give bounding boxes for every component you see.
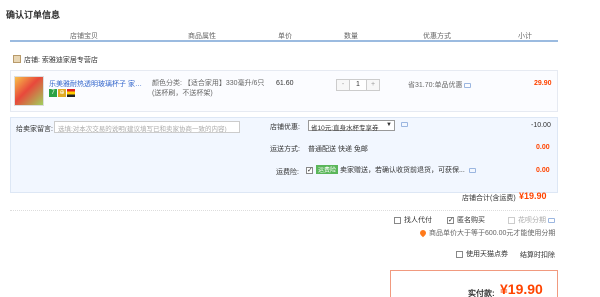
shop-discount-select[interactable]: 省10元:直身水杯专享券 ▼ — [308, 120, 395, 132]
product-tags: 7 ⊕ — [49, 89, 75, 97]
col-price: 单价 — [278, 33, 292, 40]
chevron-down-icon: ▼ — [386, 122, 392, 128]
tmall-points-option[interactable]: 使用天猫点券 — [456, 249, 508, 259]
settle-later-text: 结算时扣除 — [520, 252, 555, 259]
quantity-decrease-button[interactable]: - — [337, 80, 349, 90]
proxy-pay-label: 找人代付 — [404, 217, 432, 224]
order-table-header: 店铺宝贝 商品属性 单价 数量 优惠方式 小计 — [10, 28, 558, 42]
product-thumbnail[interactable] — [14, 76, 44, 106]
seven-day-return-icon: 7 — [49, 89, 57, 97]
guarantee-icon: ⊕ — [58, 89, 66, 97]
anonymous-checkbox[interactable] — [447, 216, 454, 224]
item-subtotal: 29.90 — [534, 80, 552, 87]
anonymous-label: 匿名购买 — [457, 217, 485, 224]
final-payment-value: ¥19.90 — [500, 281, 543, 297]
order-item-row — [10, 70, 558, 112]
final-payment-label: 实付款: — [468, 289, 495, 297]
huabei-note-text: 商品单价大于等于600.00元才能使用分期 — [429, 230, 556, 237]
tmall-points-label: 使用天猫点券 — [466, 251, 508, 258]
divider — [10, 210, 558, 211]
shop-row: 店铺: 索雅迪家居专营店 — [10, 52, 558, 66]
col-item: 店铺宝贝 — [70, 33, 98, 40]
col-subtotal: 小计 — [518, 33, 532, 40]
page-title: 确认订单信息 — [6, 10, 61, 20]
col-attributes: 商品属性 — [188, 33, 216, 40]
location-pin-icon — [418, 228, 428, 238]
seller-message-input[interactable]: 选填:对本次交易的说明(建议填写已和卖家协商一致的内容) — [54, 121, 240, 133]
insurance-amount: 0.00 — [536, 167, 550, 174]
huabei-option[interactable]: 花呗分期 — [508, 215, 555, 225]
shop-name-link[interactable]: 店铺: 索雅迪家居专营店 — [24, 55, 98, 65]
huabei-note: 商品单价大于等于600.00元才能使用分期 — [418, 228, 556, 238]
flag-icon — [67, 89, 75, 97]
proxy-pay-checkbox[interactable] — [394, 216, 401, 224]
insurance-info-icon[interactable] — [468, 167, 476, 173]
huabei-checkbox[interactable] — [508, 216, 515, 224]
shop-total-value: ¥19.90 — [519, 191, 547, 201]
shop-discount-label: 店铺优惠: — [270, 124, 300, 131]
shipping-label: 运送方式: — [270, 146, 300, 153]
shop-icon — [13, 55, 21, 63]
proxy-pay-option[interactable]: 找人代付 — [394, 215, 432, 225]
quantity-stepper: - 1 + — [336, 79, 380, 91]
insurance-row: 运费险 卖家赠送，若确认收货前退货，可获保... — [306, 165, 476, 175]
item-promo-text: 省31.70:单品优惠 — [408, 82, 463, 89]
insurance-tag: 运费险 — [316, 165, 339, 174]
quantity-input[interactable]: 1 — [349, 80, 367, 90]
message-label: 给卖家留言: — [16, 126, 53, 133]
col-quantity: 数量 — [344, 33, 358, 40]
shipping-amount: 0.00 — [536, 144, 550, 151]
shop-discount-selected: 省10元:直身水杯专享券 — [311, 125, 379, 132]
discount-info-icon[interactable] — [401, 122, 408, 127]
shop-total-label: 店铺合计(含运费) — [462, 195, 516, 202]
huabei-label: 花呗分期 — [518, 217, 546, 224]
insurance-checkbox[interactable] — [306, 166, 313, 174]
message-icon[interactable] — [464, 82, 472, 88]
col-promo: 优惠方式 — [423, 33, 451, 40]
shop-discount-value: -10.00 — [531, 122, 551, 129]
tmall-points-checkbox[interactable] — [456, 250, 463, 258]
unit-price: 61.60 — [276, 80, 294, 87]
shipping-method: 普通配送 快递 免邮 — [308, 146, 368, 153]
product-attributes: 颜色分类: 【适合家用】330毫升/6只(送杯刷，不送杯架) — [152, 80, 265, 97]
product-name-link[interactable]: 乐美雅耐热透明玻璃杯子 家用... — [49, 79, 147, 89]
item-promo: 省31.70:单品优惠 — [408, 80, 472, 90]
huabei-info-icon[interactable] — [548, 217, 555, 223]
anonymous-option[interactable]: 匿名购买 — [447, 215, 485, 225]
insurance-text: 卖家赠送，若确认收货前退货，可获保... — [339, 167, 465, 174]
insurance-label: 运费险: — [276, 169, 299, 176]
quantity-increase-button[interactable]: + — [367, 80, 379, 90]
